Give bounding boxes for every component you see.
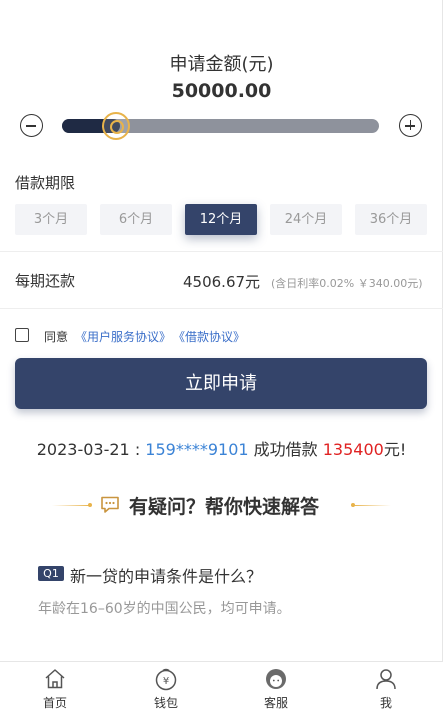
svg-text:¥: ¥	[163, 676, 169, 687]
tab-label: 首页	[42, 696, 67, 710]
apply-now-button[interactable]: 立即申请	[15, 358, 427, 409]
term-option-3[interactable]: 3个月	[15, 204, 87, 235]
loan-agreement-link[interactable]: 《借款协议》	[173, 328, 245, 345]
tab-wallet[interactable]: ¥ 钱包	[111, 662, 221, 711]
question-badge: Q1	[38, 566, 64, 581]
faq-deco-dot	[88, 503, 92, 507]
loan-term-options: 3个月 6个月 12个月 24个月 36个月	[15, 204, 427, 235]
divider	[0, 308, 443, 309]
agreement-prefix: 同意	[44, 330, 69, 344]
tab-label: 我	[379, 696, 392, 710]
faq-deco-line	[353, 505, 391, 506]
slider-handle[interactable]	[101, 112, 130, 140]
ticker-middle: 成功借款	[248, 440, 323, 459]
faq-title: 有疑问？帮你快速解答	[129, 496, 320, 518]
home-icon	[45, 669, 65, 689]
faq-answer: 年龄在16–60岁的中国公民，均可申请。	[38, 601, 291, 617]
repayment-note: (含日利率0.02% ￥340.00元)	[271, 277, 423, 290]
minus-icon	[26, 125, 36, 127]
decrease-amount-button[interactable]	[20, 114, 43, 137]
divider	[0, 251, 443, 252]
loan-application-page: 申请金额(元) 50000.00 借款期限 3个月 6个月 12个月 24个月 …	[0, 0, 443, 711]
faq-header: 有疑问？帮你快速解答	[0, 490, 443, 520]
increase-amount-button[interactable]	[399, 114, 422, 137]
repayment-value: 4506.67元	[183, 273, 261, 291]
term-option-24[interactable]: 24个月	[270, 204, 342, 235]
amount-value: 50000.00	[171, 80, 272, 102]
tab-label: 钱包	[153, 696, 178, 710]
user-service-agreement-link[interactable]: 《用户服务协议》	[75, 328, 171, 345]
wallet-icon: ¥	[155, 668, 177, 691]
success-ticker: 2023-03-21 : 159****9101 成功借款 135400元!	[0, 436, 443, 460]
chat-bubble-icon	[101, 496, 119, 513]
amount-slider[interactable]	[62, 112, 379, 140]
tab-home[interactable]: 首页	[0, 662, 110, 711]
agreement-checkbox[interactable]	[15, 328, 29, 342]
ticker-phone: 159****9101	[145, 440, 249, 459]
ticker-suffix: 元!	[383, 440, 407, 459]
term-option-36[interactable]: 36个月	[355, 204, 427, 235]
faq-question: 新一贷的申请条件是什么？	[70, 567, 263, 586]
tab-customer-service[interactable]: 客服	[221, 662, 331, 711]
faq-deco-line	[52, 505, 90, 506]
tab-me[interactable]: 我	[331, 662, 441, 711]
ticker-amount: 135400	[322, 440, 384, 459]
amount-title: 申请金额(元)	[169, 54, 274, 75]
term-option-6[interactable]: 6个月	[100, 204, 172, 235]
user-icon	[376, 669, 396, 690]
repayment-label: 每期还款	[15, 272, 76, 290]
tab-label: 客服	[263, 696, 288, 710]
bottom-tab-bar: 首页 ¥ 钱包 客服 我	[0, 661, 443, 711]
customer-service-icon	[266, 669, 286, 689]
loan-term-label: 借款期限	[15, 174, 76, 192]
term-option-12[interactable]: 12个月	[185, 204, 257, 235]
ticker-date: 2023-03-21 :	[36, 440, 146, 459]
